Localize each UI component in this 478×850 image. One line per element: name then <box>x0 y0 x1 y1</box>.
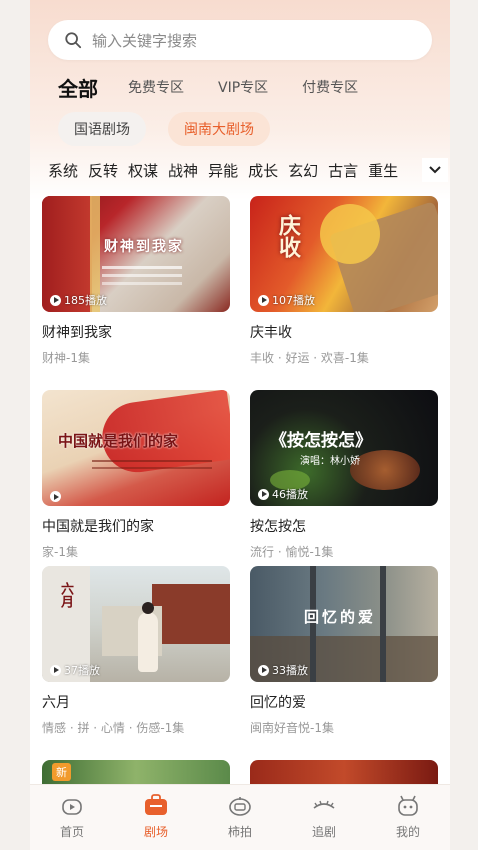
drama-card[interactable]: 回忆的爱 33播放 回忆的爱 闽南好音悦-1集 <box>250 566 438 737</box>
genre-chip[interactable]: 重生 <box>368 160 398 181</box>
genre-chip[interactable]: 成长 <box>248 160 278 181</box>
nav-follow[interactable]: 追剧 <box>282 785 366 850</box>
genre-chip[interactable]: 异能 <box>208 160 238 181</box>
drama-title[interactable]: 财神到我家 <box>42 322 230 342</box>
drama-tags: 闽南好音悦-1集 <box>250 721 334 735</box>
drama-title[interactable]: 按怎按怎 <box>250 516 438 536</box>
drama-thumbnail[interactable]: 财神到我家 185播放 <box>42 196 230 312</box>
thumbnail-caption: 庆收 <box>275 214 301 258</box>
new-badge: 新 <box>52 763 71 781</box>
play-count <box>50 491 64 502</box>
thumbnail-caption: 六月 <box>58 582 73 608</box>
venue-minnan[interactable]: 闽南大剧场 <box>168 112 270 146</box>
venue-switch: 国语剧场 闽南大剧场 <box>58 112 292 146</box>
drama-tags: 财神-1集 <box>42 351 90 365</box>
nav-shoot[interactable]: 柿拍 <box>198 785 282 850</box>
drama-thumbnail[interactable]: 新 <box>42 760 230 784</box>
theater-page: 输入关键字搜索 全部 免费专区 VIP专区 付费专区 国语剧场 闽南大剧场 系统… <box>30 0 450 850</box>
thumbnail-caption: 中国就是我们的家 <box>58 432 179 450</box>
genre-chip[interactable]: 反转 <box>88 160 118 181</box>
play-count: 37播放 <box>50 662 100 678</box>
profile-icon <box>395 793 421 819</box>
tab-all[interactable]: 全部 <box>58 73 98 102</box>
play-icon <box>50 664 61 676</box>
category-tabs: 全部 免费专区 VIP专区 付费专区 <box>58 72 392 102</box>
tab-free[interactable]: 免费专区 <box>128 77 184 97</box>
search-bar[interactable]: 输入关键字搜索 <box>48 20 432 60</box>
bottom-nav: 首页 剧场 柿拍 追剧 我的 <box>30 784 450 850</box>
home-icon <box>59 793 85 819</box>
search-icon <box>65 32 82 49</box>
thumbnail-caption: 回忆的爱 <box>304 608 377 626</box>
play-count: 33播放 <box>258 662 308 678</box>
drama-thumbnail[interactable]: 回忆的爱 33播放 <box>250 566 438 682</box>
drama-card[interactable]: 新 <box>42 760 230 784</box>
play-icon <box>258 294 269 306</box>
drama-thumbnail[interactable]: 庆收 107播放 <box>250 196 438 312</box>
play-icon <box>50 491 61 502</box>
drama-card[interactable] <box>250 760 438 784</box>
thumbnail-caption: 《按怎按怎》 <box>270 431 372 451</box>
drama-tags: 家-1集 <box>42 545 78 559</box>
play-count: 107播放 <box>258 292 315 308</box>
left-margin <box>0 0 30 850</box>
play-count: 185播放 <box>50 292 107 308</box>
nav-theater[interactable]: 剧场 <box>114 785 198 850</box>
drama-card[interactable]: 中国就是我们的家 中国就是我们的家 家-1集 <box>42 390 230 561</box>
drama-thumbnail[interactable]: 六月 37播放 <box>42 566 230 682</box>
tab-paid[interactable]: 付费专区 <box>302 77 358 97</box>
thumbnail-caption: 财神到我家 <box>104 239 184 255</box>
play-icon <box>258 488 269 500</box>
drama-tags: 情感 · 拼 · 心情 · 伤感-1集 <box>42 721 185 735</box>
drama-thumbnail[interactable]: 中国就是我们的家 <box>42 390 230 506</box>
venue-mandarin[interactable]: 国语剧场 <box>58 112 146 146</box>
drama-card[interactable]: 财神到我家 185播放 财神到我家 财神-1集 <box>42 196 230 367</box>
genre-chip[interactable]: 玄幻 <box>288 160 318 181</box>
play-icon <box>258 664 269 676</box>
drama-tags: 丰收 · 好运 · 欢喜-1集 <box>250 351 369 365</box>
drama-tags: 流行 · 愉悦-1集 <box>250 545 334 559</box>
drama-thumbnail[interactable]: 《按怎按怎》 演唱：林小娇 46播放 <box>250 390 438 506</box>
camera-icon <box>227 793 253 819</box>
drama-title[interactable]: 六月 <box>42 692 230 712</box>
drama-card[interactable]: 庆收 107播放 庆丰收 丰收 · 好运 · 欢喜-1集 <box>250 196 438 367</box>
play-count: 46播放 <box>258 486 308 502</box>
chevron-down-icon[interactable] <box>422 158 448 182</box>
right-margin <box>450 0 478 850</box>
genre-chip[interactable]: 战神 <box>168 160 198 181</box>
drama-card[interactable]: 《按怎按怎》 演唱：林小娇 46播放 按怎按怎 流行 · 愉悦-1集 <box>250 390 438 561</box>
search-placeholder: 输入关键字搜索 <box>92 31 198 50</box>
theater-icon <box>143 793 169 819</box>
drama-card[interactable]: 六月 37播放 六月 情感 · 拼 · 心情 · 伤感-1集 <box>42 566 230 737</box>
drama-thumbnail[interactable] <box>250 760 438 784</box>
play-icon <box>50 294 61 306</box>
drama-title[interactable]: 中国就是我们的家 <box>42 516 230 536</box>
drama-title[interactable]: 回忆的爱 <box>250 692 438 712</box>
drama-title[interactable]: 庆丰收 <box>250 322 438 342</box>
tab-vip[interactable]: VIP专区 <box>218 77 268 97</box>
eye-icon <box>311 793 337 819</box>
nav-home[interactable]: 首页 <box>30 785 114 850</box>
genre-chip[interactable]: 古言 <box>328 160 358 181</box>
genre-chip[interactable]: 权谋 <box>128 160 158 181</box>
thumbnail-subcaption: 演唱：林小娇 <box>300 456 360 467</box>
genre-chip[interactable]: 系统 <box>48 160 78 181</box>
genre-filter-row: 系统 反转 权谋 战神 异能 成长 玄幻 古言 重生 <box>48 158 448 182</box>
nav-profile[interactable]: 我的 <box>366 785 450 850</box>
